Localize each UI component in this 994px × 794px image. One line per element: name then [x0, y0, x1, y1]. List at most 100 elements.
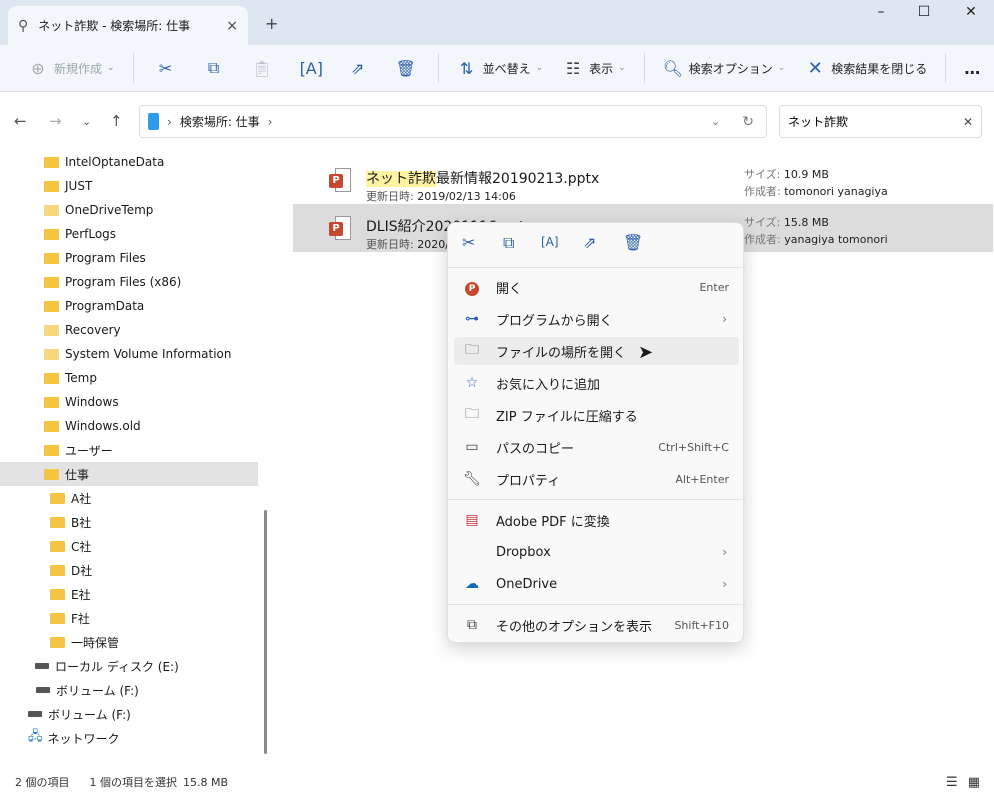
sidebar-item[interactable]: E社 [0, 582, 258, 606]
cut-button[interactable]: ✂ [142, 52, 190, 84]
sidebar-item[interactable]: F社 [0, 606, 258, 630]
menu-item[interactable]: 🗀︎ ZIP ファイルに圧縮する [454, 401, 739, 429]
breadcrumb-separator: › [167, 114, 172, 129]
refresh-button[interactable]: ↻ [742, 114, 754, 130]
sidebar-item[interactable]: IntelOptaneData [0, 150, 258, 174]
search-box[interactable]: ✕ [779, 105, 982, 138]
delete-icon[interactable]: 🗑︎ [623, 233, 643, 252]
sidebar-item[interactable]: Temp [0, 366, 258, 390]
chevron-right-icon: › [722, 577, 727, 591]
menu-item[interactable]: ▭ パスのコピー Ctrl+Shift+C [454, 433, 739, 461]
menu-item[interactable]: 🔧︎ プロパティ Alt+Enter [454, 465, 739, 493]
powerpoint-icon: P [462, 279, 482, 296]
sidebar-item-label: F社 [71, 611, 90, 626]
menu-item[interactable]: ⧉ その他のオプションを表示 Shift+F10 [454, 611, 739, 639]
divider [945, 53, 947, 83]
sidebar-item[interactable]: Windows [0, 390, 258, 414]
sidebar-item[interactable]: 一時保管 [0, 630, 258, 654]
more-button[interactable]: … [954, 52, 990, 84]
search-input[interactable] [788, 114, 963, 129]
sidebar-item[interactable]: ボリューム (F:) [0, 702, 258, 726]
sidebar-item[interactable]: 🖧︎ ネットワーク [0, 726, 258, 750]
close-tab-button[interactable]: × [226, 18, 238, 34]
close-search-button[interactable]: ✕ 検索結果を閉じる [795, 52, 937, 84]
sidebar-item[interactable]: JUST [0, 174, 258, 198]
rename-button[interactable]: [A] [286, 52, 334, 84]
toolbar: ⊕ 新規作成 ⌄ ✂ ⧉ 📋︎ [A] ⇗ 🗑︎ ⇅ 並べ替え ⌄ ☷ 表示 ⌄ 🔍︎ 検索オ… [0, 45, 994, 92]
sidebar-item[interactable]: ユーザー [0, 438, 258, 462]
sidebar-item-label: Windows [65, 395, 119, 409]
network-icon: 🖧︎ [28, 729, 43, 744]
scissors-icon: ✂ [158, 58, 173, 78]
address-dropdown-button[interactable]: ⌄ [711, 115, 720, 128]
sidebar-item[interactable]: Recovery [0, 318, 258, 342]
navigation-pane: IntelOptaneData JUST OneDriveTemp PerfLogs P… [0, 150, 258, 770]
paste-button[interactable]: 📋︎ [238, 52, 286, 84]
sidebar-item[interactable]: B社 [0, 510, 258, 534]
rename-icon[interactable]: [A] [541, 235, 559, 249]
minimize-button[interactable]: – [858, 4, 904, 28]
menu-item-label: プロパティ [496, 473, 561, 489]
sidebar-item[interactable]: ローカル ディスク (E:) [0, 654, 258, 678]
menu-item[interactable]: ▤ Adobe PDF に変換 [454, 506, 739, 534]
close-button[interactable]: ✕ [948, 4, 994, 28]
sidebar-item[interactable]: ProgramData [0, 294, 258, 318]
new-tab-button[interactable]: + [265, 14, 278, 33]
new-button[interactable]: ⊕ 新規作成 ⌄ [18, 52, 125, 84]
copy-button[interactable]: ⧉ [190, 52, 238, 84]
sidebar-item-label: ネットワーク [47, 731, 120, 746]
forward-button[interactable]: → [49, 112, 62, 130]
chevron-down-icon: ⌄ [535, 63, 544, 73]
tiles-view-button[interactable]: ▦ [968, 775, 980, 790]
back-button[interactable]: ← [14, 112, 27, 130]
file-row[interactable]: P ネット詐欺最新情報20190213.pptx 更新日時: 2019/02/13 … [293, 156, 993, 204]
sidebar-item-label: 仕事 [65, 467, 90, 482]
folder-icon [44, 300, 59, 312]
sidebar-item[interactable]: System Volume Information [0, 342, 258, 366]
sidebar-item[interactable]: ボリューム (F:) [0, 678, 258, 702]
delete-button[interactable]: 🗑︎ [382, 52, 430, 84]
sidebar-item-label: D社 [71, 563, 93, 578]
copy-icon[interactable]: ⧉ [503, 233, 514, 253]
address-bar[interactable]: › 検索場所: 仕事 › ⌄ ↻ [139, 105, 767, 138]
menu-item[interactable]: 🗀︎ ファイルの場所を開く [454, 337, 739, 365]
menu-item[interactable]: ☁ OneDrive › [454, 570, 739, 598]
share-icon[interactable]: ⇗ [583, 233, 596, 252]
sidebar-item[interactable]: D社 [0, 558, 258, 582]
folder-icon [50, 564, 65, 576]
share-button[interactable]: ⇗ [334, 52, 382, 84]
menu-item[interactable]: ⊶ プログラムから開く › [454, 305, 739, 333]
sidebar-item[interactable]: OneDriveTemp [0, 198, 258, 222]
recent-dropdown-button[interactable]: ⌄ [82, 115, 91, 128]
folder-icon [44, 180, 59, 192]
maximize-button[interactable]: ☐ [901, 4, 947, 28]
sidebar-item-label: Program Files [65, 251, 146, 265]
sidebar-item[interactable]: A社 [0, 486, 258, 510]
sidebar-item[interactable]: 仕事 [0, 462, 258, 486]
menu-item[interactable]: P 開く Enter [454, 273, 739, 301]
cut-icon[interactable]: ✂ [462, 233, 475, 252]
sidebar-item[interactable]: PerfLogs [0, 222, 258, 246]
divider [643, 53, 645, 83]
search-options-button[interactable]: 🔍︎ 検索オプション ⌄ [653, 52, 796, 84]
breadcrumb-path[interactable]: 検索場所: 仕事 [180, 113, 260, 130]
sidebar-item-label: E社 [71, 587, 91, 602]
sidebar-item[interactable]: Program Files [0, 246, 258, 270]
copy-path-icon: ▭ [465, 439, 479, 455]
clear-search-button[interactable]: ✕ [963, 115, 973, 129]
details-view-button[interactable]: ☰ [946, 775, 958, 790]
view-button[interactable]: ☷ 表示 ⌄ [553, 52, 636, 84]
up-button[interactable]: ↑ [110, 112, 123, 130]
folder-icon [44, 228, 59, 240]
tab-search[interactable]: ⚲ ネット詐欺 - 検索場所: 仕事 × [8, 6, 248, 45]
menu-item[interactable]: ☆ お気に入りに追加 [454, 369, 739, 397]
sidebar-scrollbar[interactable] [264, 510, 267, 754]
sidebar-item[interactable]: Program Files (x86) [0, 270, 258, 294]
sidebar-item[interactable]: Windows.old [0, 414, 258, 438]
menu-item[interactable]: Dropbox › [454, 538, 739, 566]
sort-button[interactable]: ⇅ 並べ替え ⌄ [447, 52, 554, 84]
file-modified: 更新日時: 2019/02/13 14:06 [366, 190, 516, 203]
menu-divider [448, 267, 745, 268]
chevron-down-icon: ⌄ [777, 63, 786, 73]
sidebar-item[interactable]: C社 [0, 534, 258, 558]
